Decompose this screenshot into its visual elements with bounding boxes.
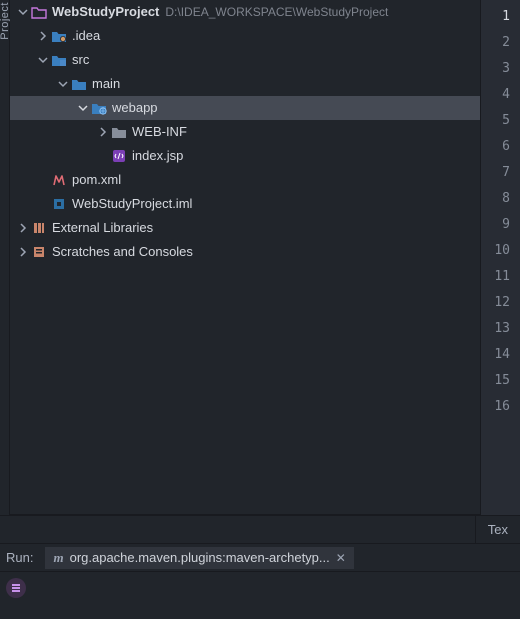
tree-node-indexjsp[interactable]: · index.jsp [10,144,480,168]
chevron-right-icon[interactable] [16,247,30,257]
line-number[interactable]: 8 [481,186,520,212]
tree-node-main[interactable]: main [10,72,480,96]
tree-node-label: External Libraries [52,216,153,240]
chevron-right-icon[interactable] [36,31,50,41]
tree-node-src[interactable]: src [10,48,480,72]
tree-node-label: webapp [112,96,158,120]
tree-node-scratches[interactable]: Scratches and Consoles [10,240,480,264]
line-number[interactable]: 6 [481,134,520,160]
tab-label: Tex [488,522,508,537]
line-number[interactable]: 7 [481,160,520,186]
maven-icon: m [53,550,63,566]
line-number[interactable]: 13 [481,316,520,342]
maven-file-icon [50,173,68,187]
folder-icon [50,29,68,43]
line-number[interactable]: 12 [481,290,520,316]
line-number[interactable]: 10 [481,238,520,264]
line-number[interactable]: 9 [481,212,520,238]
chevron-right-icon[interactable] [16,223,30,233]
folder-icon [50,53,68,67]
tree-node-label: .idea [72,24,100,48]
line-number[interactable]: 3 [481,56,520,82]
tree-node-path: D:\IDEA_WORKSPACE\WebStudyProject [165,0,388,24]
chevron-down-icon[interactable] [76,103,90,113]
chevron-down-icon[interactable] [36,55,50,65]
tree-node-label: Scratches and Consoles [52,240,193,264]
line-number[interactable]: 5 [481,108,520,134]
tree-node-label: pom.xml [72,168,121,192]
tree-node-iml[interactable]: · WebStudyProject.iml [10,192,480,216]
line-number[interactable]: 16 [481,394,520,420]
run-label: Run: [6,550,33,565]
tree-node-label: src [72,48,89,72]
editor-gutter[interactable]: 12345678910111213141516 [480,0,520,515]
right-tool-tabs: Tex [0,515,520,543]
chevron-down-icon[interactable] [16,7,30,17]
tree-node-label: main [92,72,120,96]
tree-node-pom[interactable]: · pom.xml [10,168,480,192]
jsp-file-icon [110,149,128,163]
library-icon [30,221,48,235]
web-folder-icon [90,101,108,115]
tree-node-label: WebStudyProject.iml [72,192,192,216]
tree-node-idea[interactable]: .idea [10,24,480,48]
tree-node-label: WEB-INF [132,120,187,144]
line-number[interactable]: 15 [481,368,520,394]
line-number[interactable]: 14 [481,342,520,368]
run-tool-window[interactable] [0,571,520,619]
chevron-right-icon[interactable] [96,127,110,137]
run-toolbar: Run: m org.apache.maven.plugins:maven-ar… [0,543,520,571]
tree-node-webinf[interactable]: WEB-INF [10,120,480,144]
tree-node-label: WebStudyProject [52,0,159,24]
tree-node-external-libraries[interactable]: External Libraries [10,216,480,240]
close-icon[interactable]: ✕ [336,551,346,565]
iml-file-icon [50,197,68,211]
tree-node-label: index.jsp [132,144,183,168]
tree-node-project-root[interactable]: WebStudyProject D:\IDEA_WORKSPACE\WebStu… [10,0,480,24]
project-tool-label: Project [0,2,11,40]
chevron-down-icon[interactable] [56,79,70,89]
scratches-icon [30,245,48,259]
tree-node-webapp[interactable]: webapp [10,96,480,120]
line-number[interactable]: 1 [481,4,520,30]
line-number[interactable]: 2 [481,30,520,56]
right-tab-text[interactable]: Tex [475,516,520,543]
folder-icon [70,77,88,91]
line-number[interactable]: 11 [481,264,520,290]
left-tool-strip[interactable]: Project [0,0,10,515]
project-tree[interactable]: WebStudyProject D:\IDEA_WORKSPACE\WebStu… [10,0,480,515]
project-folder-icon [30,5,48,19]
show-build-output-button[interactable] [6,578,26,598]
folder-icon [110,125,128,139]
line-number[interactable]: 4 [481,82,520,108]
run-config-name: org.apache.maven.plugins:maven-archetyp.… [70,550,330,565]
run-config-tab[interactable]: m org.apache.maven.plugins:maven-archety… [45,547,353,569]
